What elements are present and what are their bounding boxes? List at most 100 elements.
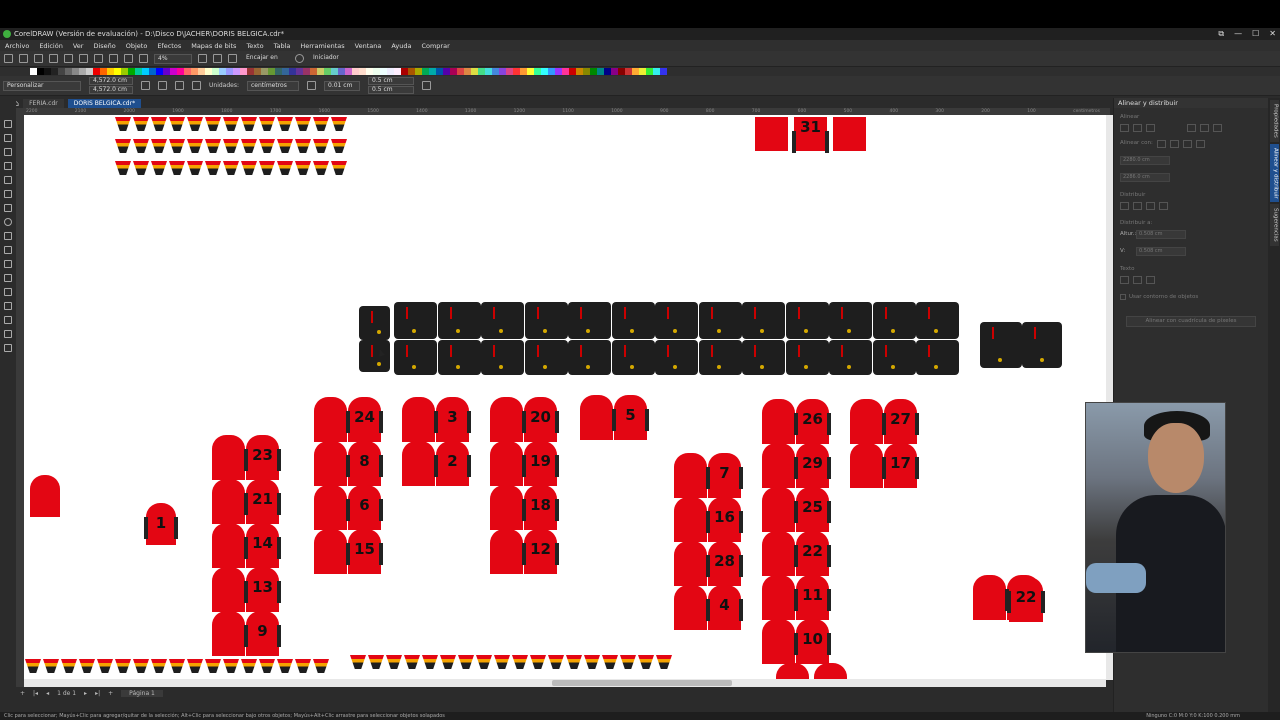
launcher-dropdown[interactable]: Iniciador — [310, 54, 356, 64]
units-dropdown[interactable]: centímetros — [247, 80, 299, 91]
text-first-line-icon[interactable] — [1120, 276, 1129, 284]
jersey-back[interactable]: 11 — [794, 575, 831, 620]
short-piece[interactable] — [698, 302, 742, 339]
color-swatch[interactable] — [289, 68, 296, 75]
last-page-icon[interactable]: ▸| — [95, 690, 100, 697]
color-swatch[interactable] — [37, 68, 44, 75]
color-swatch[interactable] — [233, 68, 240, 75]
color-swatch[interactable] — [268, 68, 275, 75]
color-swatch[interactable] — [464, 68, 471, 75]
color-swatch[interactable] — [275, 68, 282, 75]
align-point-icon[interactable] — [1195, 140, 1205, 148]
color-swatch[interactable] — [590, 68, 597, 75]
color-swatch[interactable] — [499, 68, 506, 75]
jersey-back[interactable]: 2 — [434, 441, 471, 486]
jersey-back[interactable]: 21 — [244, 479, 281, 524]
jersey-back[interactable]: 8 — [346, 441, 383, 486]
jersey-front[interactable] — [314, 485, 347, 530]
color-swatch[interactable] — [296, 68, 303, 75]
distribute-left-icon[interactable] — [1120, 202, 1129, 210]
color-swatch[interactable] — [632, 68, 639, 75]
side-tab-hints[interactable]: Sugerencias — [1269, 204, 1279, 247]
open-icon[interactable] — [19, 54, 28, 63]
jersey-back[interactable]: 22 — [1007, 577, 1045, 622]
jersey-back[interactable]: 27 — [882, 399, 919, 444]
jersey-back[interactable]: 5 — [612, 395, 649, 440]
options-gear-icon[interactable] — [295, 54, 304, 63]
import-icon[interactable] — [109, 54, 118, 63]
jersey-back[interactable]: 28 — [706, 541, 743, 586]
align-active-icon[interactable] — [1156, 140, 1166, 148]
jersey-front[interactable] — [212, 435, 245, 480]
short-piece[interactable] — [568, 302, 611, 339]
color-swatch[interactable] — [380, 68, 387, 75]
short-piece[interactable] — [437, 302, 481, 339]
color-swatch[interactable] — [408, 68, 415, 75]
menu-comprar[interactable]: Comprar — [421, 42, 449, 50]
add-icon[interactable] — [439, 81, 448, 90]
short-piece[interactable] — [359, 340, 390, 372]
current-page-icon[interactable] — [192, 81, 201, 90]
color-swatch[interactable] — [520, 68, 527, 75]
jersey-front[interactable] — [30, 475, 60, 517]
color-swatch[interactable] — [541, 68, 548, 75]
jersey-front[interactable] — [314, 529, 347, 574]
color-swatch[interactable] — [548, 68, 555, 75]
color-swatch[interactable] — [261, 68, 268, 75]
minimize-button[interactable]: — — [1234, 29, 1242, 39]
color-swatch[interactable] — [443, 68, 450, 75]
color-swatch[interactable] — [226, 68, 233, 75]
color-swatch[interactable] — [219, 68, 226, 75]
color-swatch[interactable] — [100, 68, 107, 75]
short-piece[interactable] — [785, 302, 829, 339]
duplicate-x-field[interactable]: 0.5 cm — [368, 77, 414, 85]
rectangle-tool-icon[interactable] — [4, 204, 12, 212]
jersey-front[interactable] — [814, 663, 847, 680]
jersey-front[interactable] — [762, 531, 795, 576]
jersey-back[interactable]: 23 — [244, 435, 281, 480]
connector-tool-icon[interactable] — [4, 274, 12, 282]
short-piece[interactable] — [872, 302, 916, 339]
jersey-back[interactable]: 3 — [434, 397, 471, 442]
drawing-canvas[interactable]: 31 24 8 6 15 3 2 20 19 18 12 5 26 29 25 22 11 10 27 17 23 21… — [24, 115, 1106, 680]
menu-herramientas[interactable]: Herramientas — [300, 42, 344, 50]
color-swatch[interactable] — [338, 68, 345, 75]
color-swatch[interactable] — [506, 68, 513, 75]
print-icon[interactable] — [64, 54, 73, 63]
color-swatch[interactable] — [254, 68, 261, 75]
horizontal-scrollbar[interactable] — [24, 679, 1106, 687]
align-y-field[interactable]: 2286.0 cm — [1120, 173, 1170, 182]
distribute-center-icon[interactable] — [1133, 202, 1142, 210]
nudge-distance-field[interactable]: 0.01 cm — [324, 80, 360, 91]
grid-icon[interactable] — [228, 54, 237, 63]
menu-mapas-de-bits[interactable]: Mapas de bits — [191, 42, 236, 50]
publish-pdf-icon[interactable] — [139, 54, 148, 63]
color-swatch[interactable] — [331, 68, 338, 75]
side-tab-properties[interactable]: Propiedades — [1269, 100, 1279, 142]
menu-objeto[interactable]: Objeto — [126, 42, 148, 50]
jersey-front[interactable] — [490, 397, 523, 442]
short-piece[interactable] — [655, 340, 698, 375]
landscape-icon[interactable] — [175, 81, 184, 90]
freehand-tool-icon[interactable] — [4, 176, 12, 184]
color-swatch[interactable] — [646, 68, 653, 75]
color-swatch[interactable] — [352, 68, 359, 75]
jersey-front[interactable] — [762, 399, 795, 444]
jersey-front[interactable] — [402, 397, 435, 442]
save-icon[interactable] — [34, 54, 43, 63]
color-swatch[interactable] — [471, 68, 478, 75]
short-piece[interactable] — [742, 340, 785, 375]
zoom-tool-icon[interactable] — [4, 162, 12, 170]
drop-shadow-tool-icon[interactable] — [4, 288, 12, 296]
short-piece[interactable] — [785, 340, 829, 375]
menu-ayuda[interactable]: Ayuda — [391, 42, 411, 50]
align-top-icon[interactable] — [1187, 124, 1196, 132]
color-swatch[interactable] — [345, 68, 352, 75]
jersey-back[interactable]: 9 — [244, 611, 281, 656]
jersey-front[interactable] — [212, 567, 245, 612]
jersey-front[interactable] — [490, 441, 523, 486]
short-piece[interactable] — [742, 302, 785, 339]
color-swatch[interactable] — [324, 68, 331, 75]
color-swatch[interactable] — [450, 68, 457, 75]
color-swatch[interactable] — [583, 68, 590, 75]
